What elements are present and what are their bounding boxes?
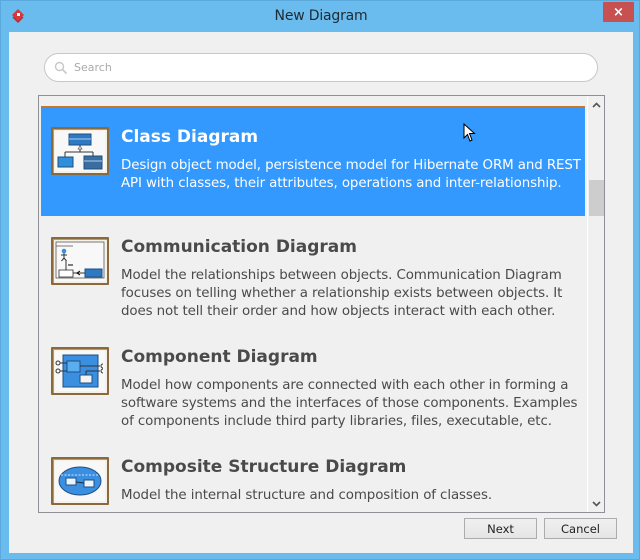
list-item-composite-structure-diagram[interactable]: Composite Structure Diagram Model the in… <box>41 436 585 512</box>
window-title: New Diagram <box>274 8 368 24</box>
chevron-down-icon <box>592 500 601 507</box>
chevron-up-icon <box>592 101 601 108</box>
list-item-component-diagram[interactable]: Component Diagram Model how components a… <box>41 326 585 436</box>
title-bar[interactable]: New Diagram × <box>1 1 640 32</box>
search-icon <box>54 61 68 74</box>
item-title: Class Diagram <box>121 127 259 147</box>
composite-structure-diagram-icon <box>51 457 109 505</box>
communication-diagram-icon <box>51 237 109 285</box>
item-description: Model the relationships between objects.… <box>121 268 563 319</box>
new-diagram-window: New Diagram × Search Class Diagram Desig… <box>0 0 640 560</box>
item-title: Communication Diagram <box>121 237 357 257</box>
component-diagram-icon <box>51 347 109 395</box>
next-button[interactable]: Next <box>464 518 537 539</box>
scroll-thumb[interactable] <box>589 180 604 216</box>
dialog-content: Class Diagram Design object model, persi… <box>9 32 633 553</box>
vertical-scrollbar[interactable] <box>587 96 604 512</box>
item-description: Model the internal structure and composi… <box>121 488 492 503</box>
cancel-button[interactable]: Cancel <box>544 518 617 539</box>
mouse-cursor-icon <box>463 123 476 142</box>
item-description: Design object model, persistence model f… <box>121 158 581 191</box>
search-box[interactable] <box>44 53 598 82</box>
item-title: Component Diagram <box>121 347 318 367</box>
scroll-up-button[interactable] <box>588 96 604 113</box>
close-icon: × <box>613 4 624 20</box>
list-item-class-diagram[interactable]: Class Diagram Design object model, persi… <box>41 106 585 216</box>
close-button[interactable]: × <box>603 2 634 22</box>
search-input[interactable] <box>74 61 574 74</box>
list-item-communication-diagram[interactable]: Communication Diagram Model the relation… <box>41 216 585 326</box>
class-diagram-icon <box>51 127 109 175</box>
item-title: Composite Structure Diagram <box>121 457 407 477</box>
diagram-type-list: Class Diagram Design object model, persi… <box>38 95 605 513</box>
item-description: Model how components are connected with … <box>121 378 578 429</box>
scroll-down-button[interactable] <box>588 495 604 512</box>
